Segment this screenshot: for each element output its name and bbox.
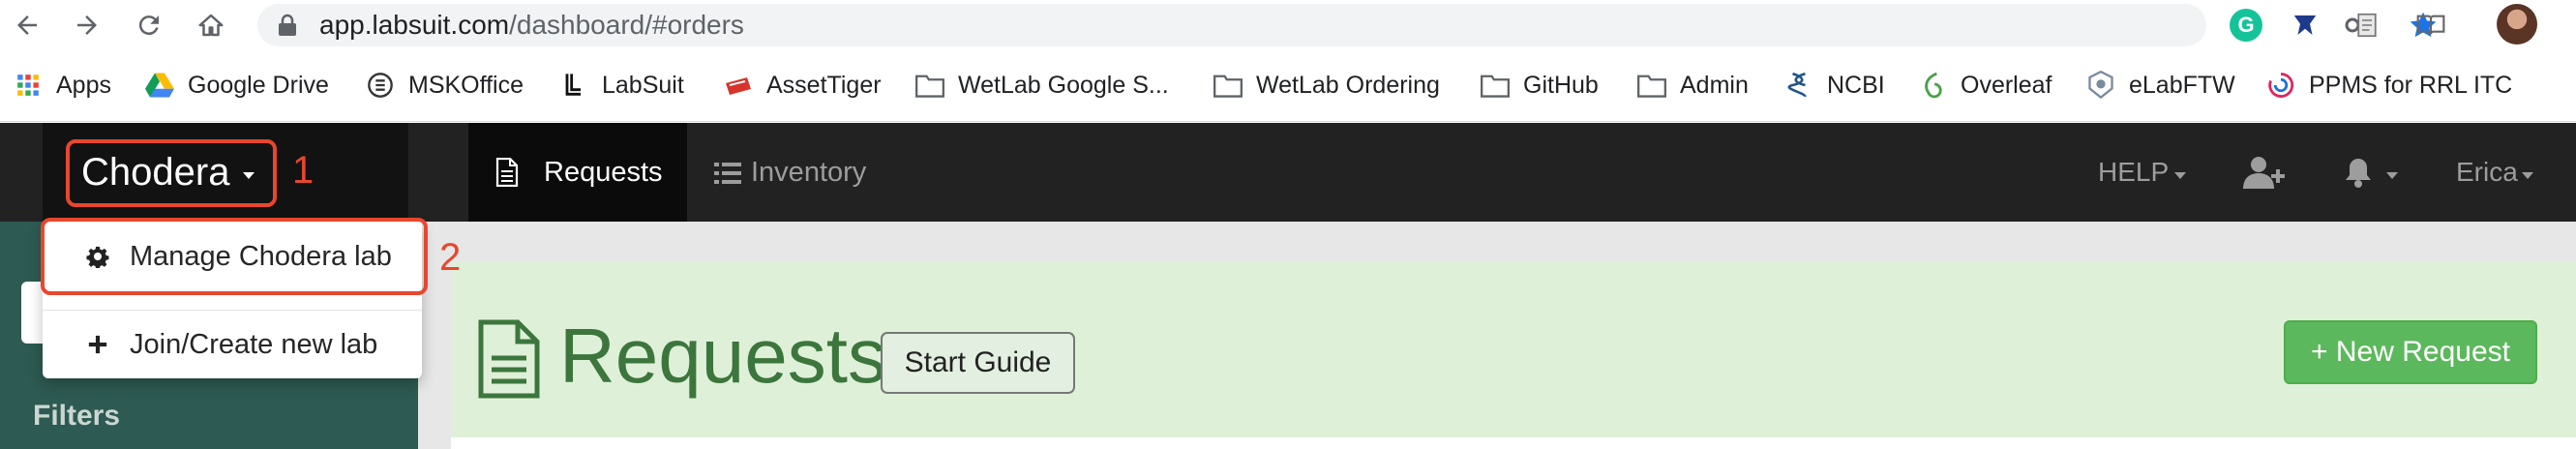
bookmark-overleaf[interactable]: Overleaf bbox=[1918, 66, 2052, 105]
extension-icon[interactable] bbox=[2288, 8, 2322, 43]
tab-label: Inventory bbox=[751, 156, 867, 188]
page-icon[interactable] bbox=[2350, 8, 2384, 43]
add-user-button[interactable] bbox=[2243, 123, 2286, 222]
back-icon[interactable] bbox=[8, 6, 46, 45]
help-menu[interactable]: HELP bbox=[2098, 123, 2187, 222]
list-icon bbox=[714, 163, 741, 184]
tab-inventory[interactable]: Inventory bbox=[704, 123, 898, 222]
bookmark-label: WetLab Ordering bbox=[1256, 71, 1440, 99]
app-navbar bbox=[0, 123, 2576, 222]
bookmark-labsuit[interactable]: LabSuit bbox=[559, 66, 684, 105]
browser-toolbar: app.labsuit.com/dashboard/#orders G bbox=[0, 0, 2576, 50]
google-drive-icon bbox=[145, 71, 174, 100]
document-icon bbox=[495, 158, 519, 187]
overleaf-icon bbox=[1918, 71, 1947, 100]
callout-number-2: 2 bbox=[439, 236, 462, 279]
reader-icon[interactable] bbox=[2413, 8, 2448, 43]
bookmark-assettiger[interactable]: AssetTiger bbox=[724, 66, 882, 105]
callout-number-1: 1 bbox=[292, 149, 315, 192]
document-icon bbox=[478, 319, 540, 399]
elabftw-icon bbox=[2086, 71, 2115, 100]
bookmark-label: GitHub bbox=[1523, 71, 1599, 99]
chevron-down-icon bbox=[2386, 171, 2398, 179]
grammarly-icon[interactable]: G bbox=[2230, 9, 2262, 42]
bookmark-label: Apps bbox=[56, 71, 111, 99]
folder-icon bbox=[1481, 71, 1510, 100]
mskoffice-icon bbox=[366, 71, 395, 100]
plus-icon bbox=[85, 332, 110, 357]
user-name: Erica bbox=[2456, 157, 2518, 187]
bookmark-folder-github[interactable]: GitHub bbox=[1481, 66, 1599, 105]
folder-icon bbox=[1213, 71, 1243, 100]
user-menu[interactable]: Erica bbox=[2456, 123, 2533, 222]
ppms-icon bbox=[2266, 71, 2295, 100]
add-user-icon bbox=[2243, 157, 2285, 189]
page-title: Requests bbox=[559, 313, 886, 399]
home-icon[interactable] bbox=[192, 6, 230, 45]
reload-icon[interactable] bbox=[130, 6, 168, 45]
chevron-down-icon bbox=[2174, 171, 2187, 179]
ncbi-icon bbox=[1784, 71, 1813, 100]
bookmark-label: Overleaf bbox=[1961, 71, 2052, 99]
filters-heading: Filters bbox=[33, 400, 121, 432]
bookmark-folder-admin[interactable]: Admin bbox=[1637, 66, 1749, 105]
bookmarks-bar: Apps Google Drive MSKOffice LabSuit Asse… bbox=[0, 50, 2576, 122]
labsuit-icon bbox=[559, 71, 588, 100]
folder-icon bbox=[915, 71, 944, 100]
bookmark-google-drive[interactable]: Google Drive bbox=[145, 66, 329, 105]
forward-icon[interactable] bbox=[68, 6, 106, 45]
bookmark-label: Google Drive bbox=[188, 71, 329, 99]
callout-box-1 bbox=[66, 139, 277, 207]
bookmark-ppms[interactable]: PPMS for RRL ITC bbox=[2266, 66, 2512, 105]
new-request-button[interactable]: + New Request bbox=[2284, 320, 2537, 384]
bookmark-ncbi[interactable]: NCBI bbox=[1784, 66, 1885, 105]
help-label: HELP bbox=[2098, 157, 2170, 187]
bookmark-folder-wetlab-google[interactable]: WetLab Google S... bbox=[915, 66, 1169, 105]
bell-icon bbox=[2346, 159, 2371, 188]
assettiger-icon bbox=[724, 71, 753, 100]
bookmark-label: MSKOffice bbox=[408, 71, 524, 99]
bookmark-label: LabSuit bbox=[602, 71, 684, 99]
bookmark-label: AssetTiger bbox=[766, 71, 882, 99]
folder-icon bbox=[1637, 71, 1666, 100]
bookmark-apps[interactable]: Apps bbox=[14, 66, 111, 105]
url-path: /dashboard/#orders bbox=[509, 10, 744, 40]
menu-item-label: Join/Create new lab bbox=[130, 328, 378, 360]
bookmark-label: WetLab Google S... bbox=[958, 71, 1169, 99]
notifications-menu[interactable] bbox=[2344, 123, 2398, 222]
bookmark-label: PPMS for RRL ITC bbox=[2309, 71, 2513, 99]
url-host: app.labsuit.com bbox=[319, 10, 510, 40]
apps-grid-icon bbox=[14, 71, 43, 100]
tab-label: Requests bbox=[544, 156, 663, 188]
bookmark-label: NCBI bbox=[1827, 71, 1885, 99]
profile-avatar[interactable] bbox=[2497, 4, 2537, 45]
bookmark-label: eLabFTW bbox=[2129, 71, 2235, 99]
tab-requests[interactable]: Requests bbox=[468, 123, 687, 222]
chevron-down-icon bbox=[2521, 171, 2533, 179]
callout-box-2 bbox=[41, 218, 428, 295]
bookmark-elabftw[interactable]: eLabFTW bbox=[2086, 66, 2235, 105]
url-text[interactable]: app.labsuit.com/dashboard/#orders bbox=[319, 4, 744, 46]
bookmark-label: Admin bbox=[1680, 71, 1749, 99]
menu-item-join-create-lab[interactable]: Join/Create new lab bbox=[43, 311, 422, 378]
bookmark-mskoffice[interactable]: MSKOffice bbox=[366, 66, 524, 105]
address-bar[interactable]: app.labsuit.com/dashboard/#orders bbox=[257, 4, 2437, 46]
lock-icon[interactable] bbox=[277, 14, 298, 37]
bookmark-folder-wetlab-ordering[interactable]: WetLab Ordering bbox=[1213, 66, 1440, 105]
content-area bbox=[451, 437, 2576, 449]
start-guide-button[interactable]: Start Guide bbox=[881, 332, 1075, 394]
